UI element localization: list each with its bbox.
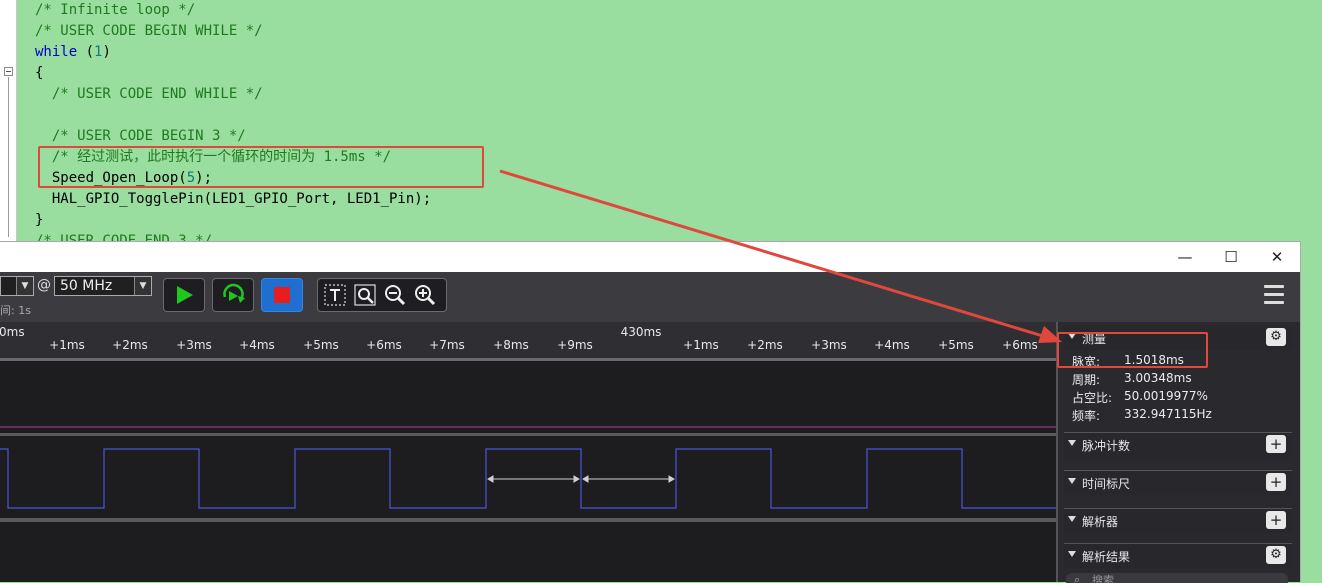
section-title: 时间标尺 [1082, 477, 1131, 491]
sample-rate-value: 50 MHz [60, 278, 113, 294]
number-literal: 1 [94, 44, 103, 60]
ruler-tick-label: +8ms [493, 338, 529, 352]
stop-icon [274, 287, 290, 303]
zoom-area-icon [354, 284, 376, 306]
toolbar: ▼ @ 50 MHz ▼ 间: 1s [0, 272, 1300, 322]
measure-label: 频率: [1072, 409, 1101, 423]
pulse-width-highlight-box [1057, 332, 1208, 368]
loop-run-button[interactable] [212, 278, 254, 312]
code-line-while: while (1) [35, 44, 111, 60]
ruler-tick-label: +9ms [557, 338, 593, 352]
collapse-triangle-icon [1068, 516, 1076, 522]
ruler-tick-label: +2ms [747, 338, 783, 352]
zoom-area-button[interactable] [350, 280, 380, 310]
time-ruler-section[interactable]: 时间标尺 + [1064, 470, 1292, 495]
close-button[interactable]: ✕ [1254, 242, 1300, 272]
section-title: 脉冲计数 [1082, 439, 1131, 453]
ruler-tick-label: +6ms [366, 338, 402, 352]
stop-button[interactable] [261, 278, 303, 312]
measure-value: 3.00348ms [1124, 371, 1192, 385]
measure-label: 占空比: [1072, 391, 1113, 405]
code-line: /* USER CODE END WHILE */ [35, 86, 263, 102]
search-placeholder: 搜索 [1092, 574, 1114, 583]
measure-row-duty-cycle: 占空比: 50.0019977% [1072, 389, 1208, 406]
at-symbol: @ [37, 277, 51, 293]
text-tool-button[interactable] [320, 280, 350, 310]
code-line: } [35, 212, 44, 228]
ruler-tick-label: +1ms [683, 338, 719, 352]
ruler-tick-label: +5ms [938, 338, 974, 352]
logic-analyzer-window: — ☐ ✕ ▼ @ 50 MHz ▼ 间: 1s 0ms 430ms +1ms … [0, 241, 1301, 583]
ruler-tick-label: +2ms [112, 338, 148, 352]
section-title: 解析结果 [1082, 550, 1131, 564]
channel-separator [0, 518, 1056, 522]
ruler-major-label: 430ms [620, 325, 662, 339]
editor-gutter [0, 0, 17, 260]
loop-run-icon [223, 283, 245, 303]
zoom-in-icon [415, 285, 436, 306]
window-titlebar[interactable]: — ☐ ✕ [0, 242, 1300, 272]
collapse-triangle-icon [1068, 478, 1076, 484]
code-line: { [35, 65, 44, 81]
code-line: /* USER CODE BEGIN 3 */ [35, 128, 246, 144]
search-icon: ⌕ [1074, 573, 1081, 583]
collapse-triangle-icon [1068, 551, 1076, 557]
chevron-down-icon: ▼ [16, 277, 33, 295]
add-icon[interactable]: + [1266, 511, 1286, 529]
run-button[interactable] [163, 278, 205, 312]
hamburger-menu-icon[interactable] [1264, 285, 1284, 307]
ruler-tick-label: +5ms [303, 338, 339, 352]
tool-group [317, 278, 447, 312]
results-search-input[interactable]: ⌕ 搜索 [1066, 573, 1288, 583]
analyzer-section[interactable]: 解析器 + [1064, 508, 1292, 533]
measure-label: 周期: [1072, 373, 1101, 387]
gear-icon[interactable]: ⚙ [1266, 546, 1286, 564]
pulse-count-section[interactable]: 脉冲计数 + [1064, 432, 1292, 457]
maximize-button[interactable]: ☐ [1208, 242, 1254, 272]
zoom-out-button[interactable] [380, 280, 410, 310]
ruler-tick-label: +1ms [49, 338, 85, 352]
ruler-tick-label: +3ms [176, 338, 212, 352]
code-editor[interactable]: /* Infinite loop */ /* USER CODE BEGIN W… [0, 0, 1322, 260]
zoom-in-button[interactable] [410, 280, 440, 310]
code-highlight-box [38, 146, 484, 188]
section-title: 解析器 [1082, 515, 1119, 529]
ruler-tick-label: +4ms [239, 338, 275, 352]
minimize-button[interactable]: — [1162, 242, 1208, 272]
fold-collapse-icon[interactable] [4, 67, 13, 76]
measure-value: 50.0019977% [1124, 389, 1208, 403]
code-line: /* USER CODE BEGIN WHILE */ [35, 23, 263, 39]
add-icon[interactable]: + [1266, 473, 1286, 491]
sample-depth-select[interactable]: ▼ [0, 276, 34, 296]
add-icon[interactable]: + [1266, 435, 1286, 453]
ruler-tick-label: +7ms [429, 338, 465, 352]
ruler-tick-label: +4ms [874, 338, 910, 352]
code-line: /* Infinite loop */ [35, 2, 196, 18]
sample-rate-select[interactable]: 50 MHz ▼ [54, 276, 152, 296]
play-icon [177, 286, 193, 304]
measure-value: 332.947115Hz [1124, 407, 1212, 421]
ruler-start-label: 20ms [0, 325, 25, 339]
zoom-out-icon [385, 285, 406, 306]
while-keyword: while [35, 44, 78, 60]
waveform-view[interactable]: 20ms 430ms +1ms +2ms +3ms +4ms +5ms +6ms… [0, 322, 1056, 582]
chevron-down-icon: ▼ [134, 277, 151, 295]
ruler-divider [0, 358, 1056, 361]
time-ruler[interactable]: 20ms 430ms +1ms +2ms +3ms +4ms +5ms +6ms… [0, 322, 1056, 358]
analyzer-results-section[interactable]: 解析结果 ⚙ [1064, 543, 1292, 568]
gear-icon[interactable]: ⚙ [1266, 328, 1286, 346]
measure-row-period: 周期: 3.00348ms [1072, 371, 1192, 388]
collapse-triangle-icon [1068, 440, 1076, 446]
text-tool-icon [324, 284, 346, 306]
duration-label: 间: 1s [0, 304, 31, 317]
waveform-canvas [0, 358, 1056, 522]
code-line: HAL_GPIO_TogglePin(LED1_GPIO_Port, LED1_… [35, 191, 432, 207]
channel-separator [0, 433, 1056, 436]
measure-row-frequency: 频率: 332.947115Hz [1072, 407, 1212, 424]
ruler-tick-label: +3ms [811, 338, 847, 352]
fold-guide-line [8, 77, 9, 237]
ruler-tick-label: +6ms [1002, 338, 1038, 352]
